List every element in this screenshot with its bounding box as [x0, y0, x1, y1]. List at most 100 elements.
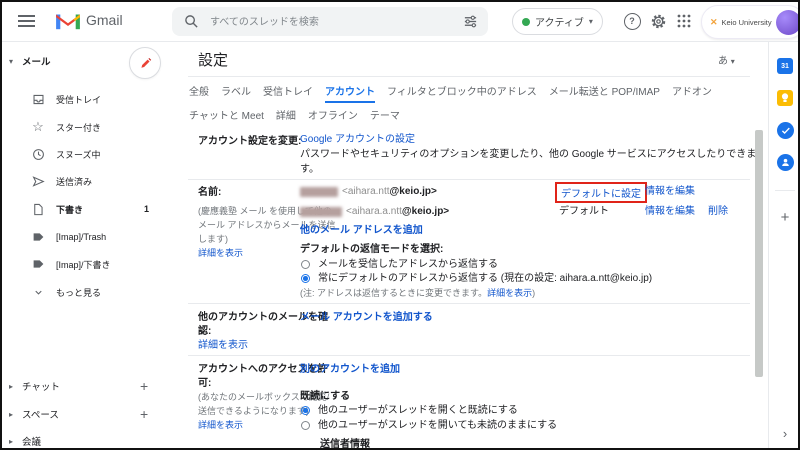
tab-advanced[interactable]: 詳細: [276, 107, 296, 125]
edit-info-link[interactable]: 情報を編集: [645, 205, 695, 219]
google-apps-button[interactable]: [673, 10, 695, 32]
tab-addons[interactable]: アドオン: [672, 83, 712, 103]
gmail-logo-icon[interactable]: [54, 11, 82, 32]
divider: [188, 303, 750, 304]
tab-accounts[interactable]: アカウント: [325, 83, 375, 103]
radio-reply-from-default[interactable]: [301, 274, 310, 283]
sender-info-label: 送信者情報: [320, 438, 370, 450]
radio-mark-as-read[interactable]: [301, 406, 310, 415]
sidebar-item-more[interactable]: もっと見る: [2, 279, 186, 305]
avatar[interactable]: [776, 10, 800, 35]
label-icon: [30, 256, 46, 272]
calendar-button[interactable]: 31: [776, 57, 794, 75]
contacts-icon: [777, 154, 794, 171]
help-button[interactable]: ?: [621, 10, 643, 32]
tab-chat-meet[interactable]: チャットと Meet: [189, 107, 264, 125]
search-icon[interactable]: [184, 14, 199, 29]
details-link[interactable]: 詳細を表示: [198, 419, 243, 432]
google-account-settings-link[interactable]: Google アカウントの設定: [300, 133, 415, 147]
tab-filters[interactable]: フィルタとブロック中のアドレス: [387, 83, 537, 103]
details-link[interactable]: 詳細を表示: [198, 247, 243, 260]
chevron-right-icon[interactable]: ▸: [9, 437, 13, 446]
add-another-account-link[interactable]: 別のアカウントを追加: [300, 363, 400, 377]
chevron-right-icon[interactable]: ▸: [9, 382, 13, 391]
sidebar-item-label: スター付き: [56, 121, 101, 134]
sidebar-item-imap-trash[interactable]: [Imap]/Trash: [2, 224, 186, 250]
delete-link[interactable]: 削除: [708, 205, 728, 219]
status-label: アクティブ: [535, 14, 584, 29]
mark-read-option-1[interactable]: 他のユーザーがスレッドを開くと既読にする: [318, 404, 518, 418]
tab-inbox[interactable]: 受信トレイ: [263, 83, 313, 103]
divider: [2, 41, 800, 42]
get-addons-button[interactable]: +: [776, 208, 794, 226]
add-email-address-link[interactable]: 他のメール アドレスを追加: [300, 224, 423, 238]
search-options-icon[interactable]: [463, 14, 478, 29]
search-bar[interactable]: [172, 7, 488, 36]
chevron-down-icon: ▾: [589, 17, 593, 26]
status-selector[interactable]: アクティブ ▾: [512, 8, 603, 35]
sidebar-item-imap-drafts[interactable]: [Imap]/下書き: [2, 251, 186, 277]
top-bar: Gmail アクティブ ▾ ?: [2, 2, 798, 41]
active-status-dot: [522, 18, 530, 26]
hide-side-panel-button[interactable]: ›: [776, 424, 794, 442]
hamburger-menu-icon[interactable]: [18, 15, 35, 27]
sidebar-section-label: メール: [22, 54, 51, 68]
tab-labels[interactable]: ラベル: [221, 83, 251, 103]
edit-info-link[interactable]: 情報を編集: [645, 185, 695, 199]
radio-reply-from-received[interactable]: [301, 260, 310, 269]
mark-read-option-2[interactable]: 他のユーザーがスレッドを開いても未読のままにする: [318, 419, 557, 433]
tab-offline[interactable]: オフライン: [308, 107, 358, 125]
section-label-check-mail2: 認:: [198, 325, 211, 339]
scrollbar-thumb[interactable]: [755, 130, 763, 377]
keep-button[interactable]: [776, 89, 794, 107]
tab-general[interactable]: 全般: [189, 83, 209, 103]
input-tools-button[interactable]: あ ▾: [718, 55, 735, 69]
tab-themes[interactable]: テーマ: [370, 107, 400, 125]
sidebar-section-chat[interactable]: ▸ チャット +: [2, 373, 186, 399]
search-input[interactable]: [208, 7, 442, 38]
sidebar-item-label: 送信済み: [56, 175, 92, 188]
set-as-default-link[interactable]: デフォルトに設定: [561, 189, 641, 200]
star-icon: ☆: [30, 119, 46, 135]
sidebar-section-label: スペース: [22, 407, 59, 421]
gmail-settings-window: Gmail アクティブ ▾ ?: [0, 0, 800, 450]
sidebar-section-spaces[interactable]: ▸ スペース +: [2, 401, 186, 427]
sidebar-section-label: チャット: [22, 379, 60, 393]
right-side-panel: 31 + ›: [768, 42, 800, 450]
reply-option-1[interactable]: メールを受信したアドレスから返信する: [318, 258, 498, 272]
chevron-down-icon[interactable]: ▾: [9, 57, 13, 66]
tasks-button[interactable]: [776, 121, 794, 139]
grant-access-note2: 送信できるようになります): [198, 405, 309, 418]
section-label-name: 名前:: [198, 186, 221, 200]
sidebar-item-snoozed[interactable]: スヌーズ中: [2, 141, 186, 167]
add-mail-account-link[interactable]: メール アカウントを追加する: [300, 311, 433, 325]
settings-gear-button[interactable]: [647, 10, 669, 32]
tab-forwarding-pop-imap[interactable]: メール転送と POP/IMAP: [549, 83, 660, 103]
new-chat-button[interactable]: +: [140, 378, 148, 394]
name-note: します): [198, 233, 228, 246]
contacts-button[interactable]: [776, 153, 794, 171]
radio-leave-unread[interactable]: [301, 421, 310, 430]
sidebar-item-label: 下書き: [56, 203, 83, 216]
sidebar-item-label: もっと見る: [56, 286, 101, 299]
compose-button[interactable]: [129, 47, 161, 79]
details-link[interactable]: 詳細を表示: [198, 339, 248, 353]
drafts-count-badge: 1: [144, 204, 149, 214]
details-link[interactable]: 詳細を表示: [487, 288, 532, 298]
reply-note: (注: アドレスは返信するときに変更できます。詳細を表示): [300, 287, 535, 300]
apps-grid-icon: [677, 14, 691, 28]
sidebar-item-starred[interactable]: ☆ スター付き: [2, 114, 186, 140]
sidebar-item-label: [Imap]/Trash: [56, 232, 106, 242]
send-icon: [30, 173, 46, 189]
clock-icon: [30, 146, 46, 162]
account-chip[interactable]: ✕ Keio University: [701, 5, 800, 39]
email-address-2: <aihara.a.ntt@keio.jp>: [346, 205, 449, 219]
reply-option-2[interactable]: 常にデフォルトのアドレスから返信する (現在の設定: aihara.a.ntt@…: [318, 272, 652, 286]
chevron-right-icon[interactable]: ▸: [9, 410, 13, 419]
settings-tabs-row1: 全般 ラベル 受信トレイ アカウント フィルタとブロック中のアドレス メール転送…: [189, 83, 712, 103]
new-space-button[interactable]: +: [140, 406, 148, 422]
sidebar-item-drafts[interactable]: 下書き 1: [2, 196, 186, 222]
sidebar-section-meet[interactable]: ▸ 会議: [2, 428, 186, 450]
sidebar-item-inbox[interactable]: 受信トレイ: [2, 86, 186, 112]
sidebar-item-sent[interactable]: 送信済み: [2, 168, 186, 194]
